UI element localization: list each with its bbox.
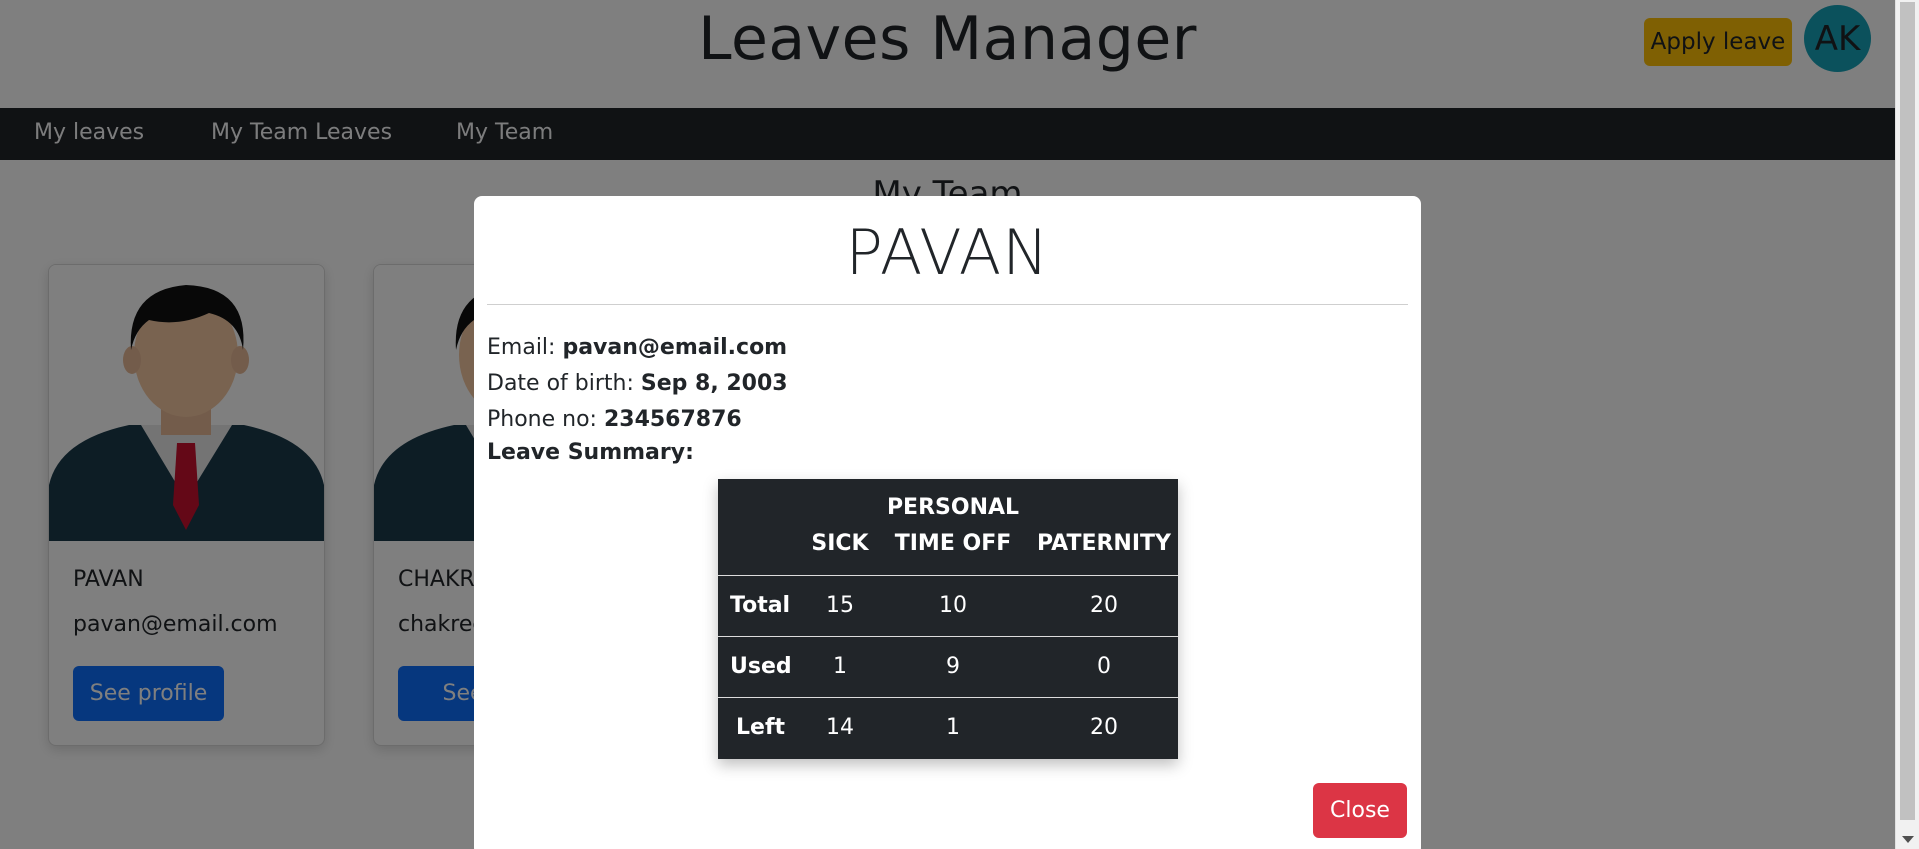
dob-label: Date of birth: <box>487 371 641 396</box>
cell-left-sick: 14 <box>826 715 854 740</box>
profile-modal: PAVAN Email: pavan@email.com Date of bir… <box>474 196 1421 849</box>
row-label-total: Total <box>730 593 791 618</box>
cell-used-personal: 9 <box>946 654 960 679</box>
cell-total-sick: 15 <box>826 593 854 618</box>
dob-value: Sep 8, 2003 <box>640 371 788 396</box>
phone-line: Phone no: 234567876 <box>487 407 742 432</box>
dob-line: Date of birth: Sep 8, 2003 <box>487 371 788 396</box>
divider <box>487 304 1408 305</box>
cell-total-personal: 10 <box>939 593 967 618</box>
phone-value: 234567876 <box>603 407 742 432</box>
row-label-used: Used <box>730 654 792 679</box>
email-line: Email: pavan@email.com <box>487 335 787 360</box>
row-label-left: Left <box>736 715 786 740</box>
header-paternity: PATERNITY <box>1037 531 1171 556</box>
header-time-off: TIME OFF <box>894 531 1012 556</box>
row-divider <box>718 636 1178 637</box>
leave-summary-table: SICK PERSONAL TIME OFF PATERNITY Total 1… <box>718 479 1178 759</box>
email-value: pavan@email.com <box>562 335 788 360</box>
cell-left-paternity: 20 <box>1090 715 1118 740</box>
modal-title: PAVAN <box>845 216 1050 289</box>
close-button[interactable]: Close <box>1313 783 1407 838</box>
row-divider <box>718 697 1178 698</box>
email-label: Email: <box>487 335 563 360</box>
cell-used-paternity: 0 <box>1097 654 1111 679</box>
cell-total-paternity: 20 <box>1090 593 1118 618</box>
phone-label: Phone no: <box>487 407 604 432</box>
vertical-scrollbar[interactable] <box>1895 0 1919 849</box>
scrollbar-thumb[interactable] <box>1900 2 1915 820</box>
cell-left-personal: 1 <box>946 715 960 740</box>
header-sick: SICK <box>811 531 869 556</box>
row-divider <box>718 575 1178 576</box>
header-personal: PERSONAL <box>886 495 1020 520</box>
cell-used-sick: 1 <box>833 654 847 679</box>
leave-summary-label: Leave Summary: <box>487 440 694 465</box>
scroll-down-arrow-icon[interactable] <box>1902 836 1914 843</box>
